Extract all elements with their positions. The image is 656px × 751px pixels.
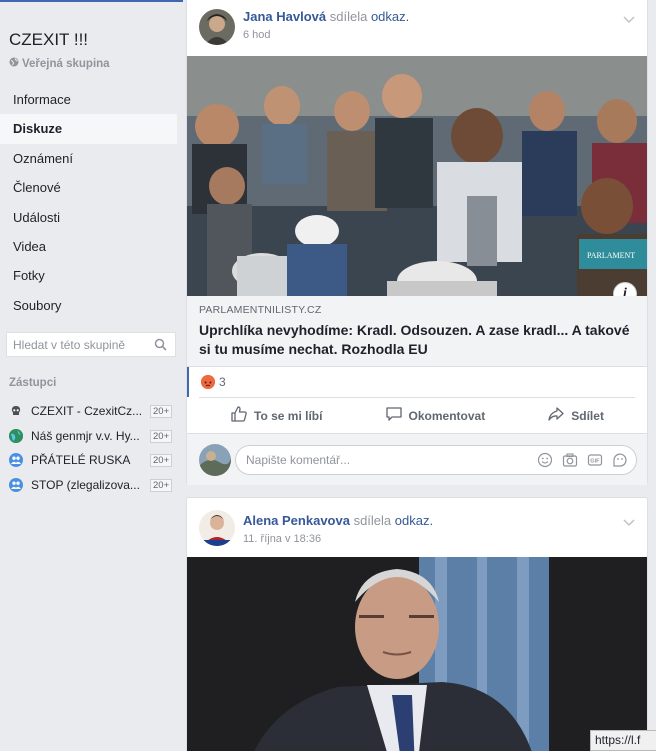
link-preview-meta[interactable]: PARLAMENTNILISTY.CZ Uprchlíka nevyhodíme…	[187, 296, 647, 367]
post-action: sdílela	[353, 513, 392, 528]
photo-watermark: PARLAMENT	[587, 251, 635, 260]
angry-reaction-icon	[201, 375, 215, 389]
avatar	[199, 444, 231, 476]
post-header: Jana Havlová sdílela odkaz. 6 hod	[187, 0, 647, 56]
like-label: To se mi líbí	[254, 408, 323, 423]
post-actions: To se mi líbí Okomentovat Sdílet	[199, 397, 635, 433]
avatar[interactable]	[199, 510, 235, 546]
representative-name: Náš genmjr v.v. Hy...	[31, 428, 140, 443]
reaction-count: 3	[219, 375, 226, 389]
post-author[interactable]: Alena Penkavova	[243, 513, 350, 528]
representatives-label: Zástupci	[9, 377, 57, 389]
post-author[interactable]: Jana Havlová	[243, 9, 326, 24]
list-item[interactable]: CZEXIT - CzexitCz... 20+	[0, 399, 177, 424]
comment-label: Okomentovat	[408, 408, 486, 423]
avatar[interactable]	[199, 9, 235, 45]
group-nav: Informace Diskuze Oznámení Členové Událo…	[0, 85, 177, 320]
representatives-list: CZEXIT - CzexitCz... 20+ Náš genmjr v.v.…	[0, 399, 177, 497]
camera-icon[interactable]	[562, 452, 578, 473]
group-title[interactable]: CZEXIT !!!	[9, 30, 88, 50]
sticker-icon[interactable]	[612, 452, 628, 473]
link-title[interactable]: Uprchlíka nevyhodíme: Kradl. Odsouzen. A…	[199, 321, 635, 359]
svg-text:GIF: GIF	[590, 459, 600, 465]
representative-badge: 20+	[150, 429, 173, 443]
link-domain: PARLAMENTNILISTY.CZ	[199, 304, 322, 316]
group-search-input[interactable]	[13, 337, 148, 352]
share-label: Sdílet	[571, 408, 604, 423]
comment-button[interactable]: Okomentovat	[385, 405, 486, 426]
group-privacy-label: Veřejná skupina	[22, 57, 110, 70]
nav-item-diskuze[interactable]: Diskuze	[0, 114, 177, 144]
post-header: Alena Penkavova sdílela odkaz. 11. října…	[187, 498, 647, 559]
comment-box: GIF	[235, 445, 637, 475]
gif-icon[interactable]: GIF	[587, 452, 603, 473]
feed-post: Jana Havlová sdílela odkaz. 6 hod PARLAM…	[186, 0, 648, 485]
nav-item-clenove[interactable]: Členové	[0, 173, 177, 202]
share-button[interactable]: Sdílet	[547, 405, 604, 426]
representative-badge: 20+	[150, 478, 173, 492]
comment-icon	[385, 405, 403, 426]
nav-item-soubory[interactable]: Soubory	[0, 291, 177, 320]
group-icon	[9, 477, 23, 492]
post-action: sdílela	[329, 9, 368, 24]
post-author-line: Jana Havlová sdílela odkaz.	[243, 9, 409, 24]
chevron-down-icon[interactable]	[623, 11, 635, 29]
representative-name: PŘÁTELÉ RUSKA	[31, 453, 131, 468]
thumbs-up-icon	[230, 405, 248, 426]
reactions-summary[interactable]: 3	[187, 367, 647, 397]
like-button[interactable]: To se mi líbí	[230, 405, 322, 426]
representative-name: STOP (zlegalizova...	[31, 477, 140, 492]
nav-item-oznameni[interactable]: Oznámení	[0, 144, 177, 173]
group-search	[6, 332, 176, 357]
representative-badge: 20+	[150, 454, 173, 467]
representative-badge: 20+	[150, 405, 173, 418]
comment-tools: GIF	[537, 452, 628, 473]
group-icon	[9, 453, 23, 468]
nav-item-udalosti[interactable]: Události	[0, 203, 177, 232]
list-item[interactable]: STOP (zlegalizova... 20+	[0, 473, 177, 498]
nav-item-informace[interactable]: Informace	[0, 85, 177, 114]
list-item[interactable]: PŘÁTELÉ RUSKA 20+	[0, 448, 177, 473]
post-timestamp[interactable]: 6 hod	[243, 29, 271, 41]
comment-input[interactable]	[246, 453, 526, 467]
skull-icon	[9, 404, 23, 419]
nav-item-fotky[interactable]: Fotky	[0, 261, 177, 290]
feed-post: Alena Penkavova sdílela odkaz. 11. října…	[186, 497, 648, 751]
share-icon	[547, 405, 565, 426]
representative-name: CZEXIT - CzexitCz...	[31, 404, 143, 419]
link-preview-image[interactable]: PARLAMENT	[187, 56, 647, 296]
post-object-link[interactable]: odkaz.	[395, 513, 433, 528]
emoji-icon[interactable]	[537, 452, 553, 473]
chevron-down-icon[interactable]	[623, 514, 635, 532]
post-author-line: Alena Penkavova sdílela odkaz.	[243, 513, 433, 528]
search-icon[interactable]	[154, 338, 167, 356]
group-sidebar: CZEXIT !!! Veřejná skupina Informace Dis…	[0, 0, 183, 751]
post-object-link[interactable]: odkaz.	[371, 9, 409, 24]
post-timestamp[interactable]: 11. října v 18:36	[243, 533, 321, 545]
group-privacy: Veřejná skupina	[9, 57, 110, 70]
link-preview-image[interactable]	[187, 557, 647, 751]
globe-icon	[9, 428, 23, 443]
comment-composer: GIF	[187, 433, 647, 485]
status-url-tooltip: https://l.f	[590, 730, 656, 751]
globe-icon	[9, 57, 19, 70]
list-item[interactable]: Náš genmjr v.v. Hy... 20+	[0, 424, 177, 449]
nav-item-videa[interactable]: Videa	[0, 232, 177, 261]
